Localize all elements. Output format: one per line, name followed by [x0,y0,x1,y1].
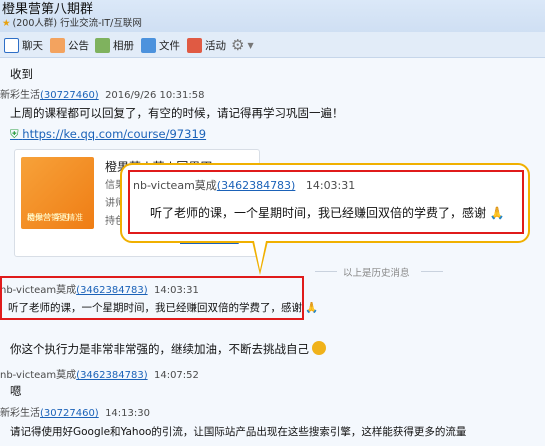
tab-files-label: 文件 [159,39,180,52]
course-link[interactable]: ⛨ https://ke.qq.com/course/97319 [10,127,206,142]
fist-emoji-icon [312,341,326,355]
shield-icon: ⛨ [10,127,19,141]
chevron-down-icon: ▼ [247,40,254,50]
chat-area[interactable]: 收到 新彩生活(30727460) 2016/9/26 10:31:58 上周的… [0,58,545,446]
tab-album-label: 相册 [113,39,134,52]
message-text: 请记得使用好Google和Yahoo的引流，让国际站产品出现在这些搜索引擎，这样… [10,426,467,438]
group-info-text: (200人群) 行业交流-IT/互联网 [12,18,142,29]
group-info: ★ (200人群) 行业交流-IT/互联网 [2,15,142,29]
folder-icon [141,37,156,53]
tab-album[interactable]: 相册 [95,36,134,54]
thumbnail-caption-2: 助你营销更精准 [27,213,83,222]
star-icon: ★ [2,18,11,29]
group-toolbar: 聊天 公告 相册 文件 活动 ⚙ ▼ [0,32,545,58]
tab-notice-label: 公告 [68,39,89,52]
tab-notice[interactable]: 公告 [50,36,89,54]
message-text: 你这个执行力是非常非常强的，继续加油，不断去挑战自己 [10,341,326,357]
praying-hands-icon: 🙏 [305,302,319,314]
tab-chat[interactable]: 聊天 [4,36,43,54]
message-time: 14:07:52 [153,370,199,381]
callout-sender-id: (3462384783) [216,179,296,192]
callout-time: 14:03:31 [305,179,356,192]
flag-icon [187,37,202,53]
tab-files[interactable]: 文件 [141,36,180,54]
course-thumbnail: 橙果营 学习 助你营销更精准 [21,157,94,229]
praying-hands-icon: 🙏 [489,206,505,220]
sender-id[interactable]: (3462384783) [76,370,147,381]
tab-chat-label: 聊天 [22,39,43,52]
group-header: 橙果营第八期群 ★ (200人群) 行业交流-IT/互联网 [0,0,545,32]
divider-line [421,271,443,272]
sender-id[interactable]: (30727460) [40,408,99,419]
message-text-content: 你这个执行力是非常非常强的，继续加油，不断去挑战自己 [10,342,309,356]
callout-text-content: 听了老师的课，一个星期时间，我已经赚回双倍的学费了，感谢 [150,206,487,220]
message-meta: nb-victeam莫成(3462384783) 14:07:52 [0,366,199,381]
chat-icon [4,37,19,53]
message-time: 14:13:30 [105,408,150,419]
message-text: 嗯 [10,384,22,398]
callout-text: 听了老师的课，一个星期时间，我已经赚回双倍的学费了，感谢 🙏 [150,204,505,221]
album-icon [95,37,110,53]
gear-icon: ⚙ [231,36,245,54]
notice-icon [50,37,65,53]
message-text: 收到 [10,67,33,81]
callout-meta: nb-victeam莫成(3462384783) 14:03:31 [133,177,355,193]
highlight-box [0,276,304,320]
tab-activity-label: 活动 [205,39,226,52]
tab-activity[interactable]: 活动 [187,36,226,54]
message-meta: 新彩生活(30727460) 2016/9/26 10:31:58 [0,86,204,101]
divider-line [315,271,337,272]
callout-sender-name: nb-victeam莫成 [133,179,217,192]
history-divider-text: 以上是历史消息 [343,268,410,279]
sender-name[interactable]: 新彩生活 [0,90,40,101]
sender-name[interactable]: 新彩生活 [0,408,40,419]
course-link-text: https://ke.qq.com/course/97319 [22,127,207,141]
message-meta: 新彩生活(30727460) 14:13:30 [0,404,150,419]
sender-id[interactable]: (30727460) [40,90,99,101]
message-time: 2016/9/26 10:31:58 [105,90,205,101]
message-text: 上周的课程都可以回复了，有空的时候，请记得再学习巩固一遍！ [10,106,344,120]
settings-menu[interactable]: ⚙ ▼ [231,36,254,54]
sender-name[interactable]: nb-victeam莫成 [0,370,76,381]
callout-tail-inner [254,241,266,270]
